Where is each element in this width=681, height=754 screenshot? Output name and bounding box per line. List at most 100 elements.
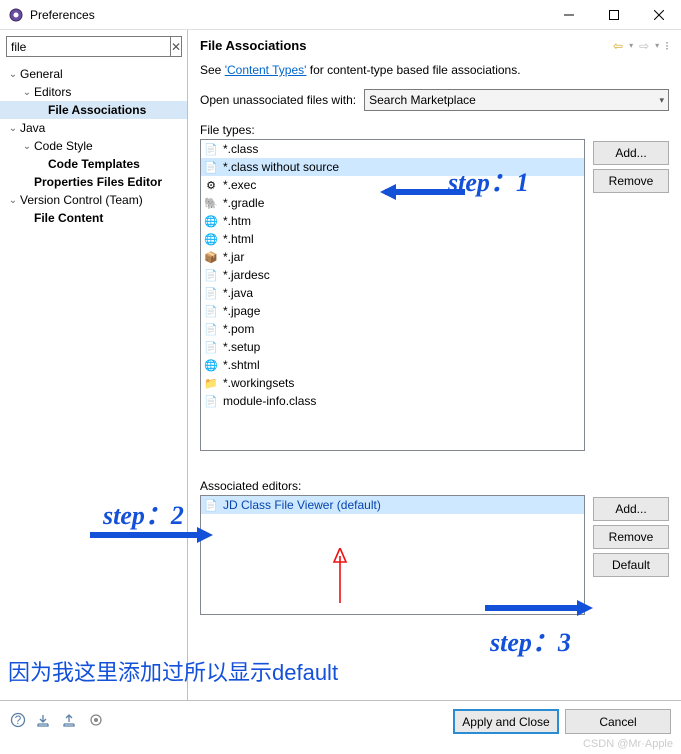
page-title: File Associations	[200, 38, 613, 53]
nav-arrows: ⇦ ▾ ⇨ ▾ ⁝	[613, 39, 669, 53]
file-type-item[interactable]: 📁 *.workingsets	[201, 374, 584, 392]
footer: ? Apply and Close Cancel	[0, 700, 681, 742]
apply-close-button[interactable]: Apply and Close	[453, 709, 559, 734]
description: See 'Content Types' for content-type bas…	[200, 63, 669, 77]
editors-section: 📄JD Class File Viewer (default) Add... R…	[200, 495, 669, 615]
file-type-label: *.exec	[223, 178, 256, 192]
forward-dropdown-icon[interactable]: ▾	[655, 41, 659, 50]
file-type-label: *.html	[223, 232, 254, 246]
forward-icon[interactable]: ⇨	[639, 39, 649, 53]
editor-item[interactable]: 📄JD Class File Viewer (default)	[201, 496, 584, 514]
tree-item-label: Properties Files Editor	[34, 175, 162, 189]
tree-twisty-icon: ⌄	[20, 141, 34, 152]
file-type-icon: 🌐	[203, 213, 219, 229]
page-header: File Associations ⇦ ▾ ⇨ ▾ ⁝	[200, 38, 669, 53]
file-type-icon: 📄	[203, 285, 219, 301]
file-types-label: File types:	[200, 123, 669, 137]
tree-item-label: Code Style	[34, 139, 93, 153]
file-type-item[interactable]: ⚙ *.exec	[201, 176, 584, 194]
file-type-item[interactable]: 📦*.jar	[201, 248, 584, 266]
file-type-icon: 🌐	[203, 357, 219, 373]
file-type-icon: ⚙	[203, 177, 219, 193]
back-icon[interactable]: ⇦	[613, 39, 623, 53]
tree-twisty-icon: ⌄	[20, 87, 34, 98]
svg-text:?: ?	[15, 713, 22, 727]
preferences-tree[interactable]: ⌄General⌄EditorsFile Associations⌄Java⌄C…	[0, 63, 187, 229]
file-type-label: *.workingsets	[223, 376, 294, 390]
file-type-icon: 📁	[203, 375, 219, 391]
open-unassociated-select[interactable]: Search Marketplace ▾	[364, 89, 669, 111]
file-type-item[interactable]: 📄*.setup	[201, 338, 584, 356]
add-file-type-button[interactable]: Add...	[593, 141, 669, 165]
file-type-item[interactable]: 📄*.jardesc	[201, 266, 584, 284]
file-type-item[interactable]: 🐘*.gradle	[201, 194, 584, 212]
export-icon[interactable]	[62, 712, 78, 731]
file-type-label: *.java	[223, 286, 253, 300]
minimize-button[interactable]	[546, 0, 591, 29]
file-type-item[interactable]: 🌐 *.html	[201, 230, 584, 248]
tree-item[interactable]: ⌄Version Control (Team)	[0, 191, 187, 209]
file-type-icon: 📄	[203, 393, 219, 409]
tree-twisty-icon: ⌄	[6, 69, 20, 80]
tree-item[interactable]: ⌄Java	[0, 119, 187, 137]
add-editor-button[interactable]: Add...	[593, 497, 669, 521]
file-type-label: *.class without source	[223, 160, 339, 174]
content-types-link[interactable]: 'Content Types'	[225, 63, 307, 77]
file-type-label: *.jpage	[223, 304, 260, 318]
remove-file-type-button[interactable]: Remove	[593, 169, 669, 193]
default-editor-button[interactable]: Default	[593, 553, 669, 577]
tree-item-label: Editors	[34, 85, 71, 99]
open-unassociated-label: Open unassociated files with:	[200, 93, 356, 107]
menu-icon[interactable]: ⁝	[665, 39, 669, 53]
sidebar: ✕ ⌄General⌄EditorsFile Associations⌄Java…	[0, 30, 188, 700]
tree-item[interactable]: ⌄General	[0, 65, 187, 83]
file-type-item[interactable]: 📄 *.class	[201, 140, 584, 158]
titlebar: Preferences	[0, 0, 681, 30]
file-type-label: *.jar	[223, 250, 244, 264]
editors-buttons: Add... Remove Default	[593, 495, 669, 615]
editors-list[interactable]: 📄JD Class File Viewer (default)	[200, 495, 585, 615]
clear-filter-icon[interactable]: ✕	[171, 36, 182, 57]
tree-item-label: Version Control (Team)	[20, 193, 143, 207]
tree-item-label: General	[20, 67, 63, 81]
maximize-button[interactable]	[591, 0, 636, 29]
tree-item-label: File Associations	[48, 103, 146, 117]
close-button[interactable]	[636, 0, 681, 29]
file-types-list[interactable]: 📄*.class📄*.class without source⚙*.exec🐘*…	[200, 139, 585, 451]
file-type-label: *.gradle	[223, 196, 264, 210]
file-type-label: *.shtml	[223, 358, 260, 372]
file-types-section: 📄*.class📄*.class without source⚙*.exec🐘*…	[200, 139, 669, 451]
tree-item[interactable]: File Associations	[0, 101, 187, 119]
tree-twisty-icon: ⌄	[6, 195, 20, 206]
tree-item[interactable]: Properties Files Editor	[0, 173, 187, 191]
footer-buttons: Apply and Close Cancel	[453, 709, 671, 734]
file-type-icon: 🌐	[203, 231, 219, 247]
import-icon[interactable]	[36, 712, 52, 731]
help-icon[interactable]: ?	[10, 712, 26, 731]
file-type-icon: 📄	[203, 339, 219, 355]
tree-item[interactable]: Code Templates	[0, 155, 187, 173]
file-type-item[interactable]: 📄*.pom	[201, 320, 584, 338]
tree-item[interactable]: ⌄Code Style	[0, 137, 187, 155]
file-type-item[interactable]: 📄 *.java	[201, 284, 584, 302]
file-type-icon: 📄	[203, 141, 219, 157]
file-type-item[interactable]: 📄*.class without source	[201, 158, 584, 176]
file-type-item[interactable]: 📄*.jpage	[201, 302, 584, 320]
filter-input[interactable]	[6, 36, 171, 57]
back-dropdown-icon[interactable]: ▾	[629, 41, 633, 50]
file-type-label: *.pom	[223, 322, 254, 336]
file-type-label: *.class	[223, 142, 258, 156]
tree-item[interactable]: ⌄Editors	[0, 83, 187, 101]
tree-item[interactable]: File Content	[0, 209, 187, 227]
chevron-down-icon: ▾	[659, 95, 664, 106]
file-type-item[interactable]: 🌐*.htm	[201, 212, 584, 230]
editor-icon: 📄	[203, 497, 219, 513]
main: ✕ ⌄General⌄EditorsFile Associations⌄Java…	[0, 30, 681, 700]
cancel-button[interactable]: Cancel	[565, 709, 671, 734]
app-icon	[8, 7, 24, 23]
remove-editor-button[interactable]: Remove	[593, 525, 669, 549]
file-type-item[interactable]: 🌐 *.shtml	[201, 356, 584, 374]
search-row: ✕	[6, 36, 181, 57]
record-icon[interactable]	[88, 712, 104, 731]
file-type-item[interactable]: 📄module-info.class	[201, 392, 584, 410]
